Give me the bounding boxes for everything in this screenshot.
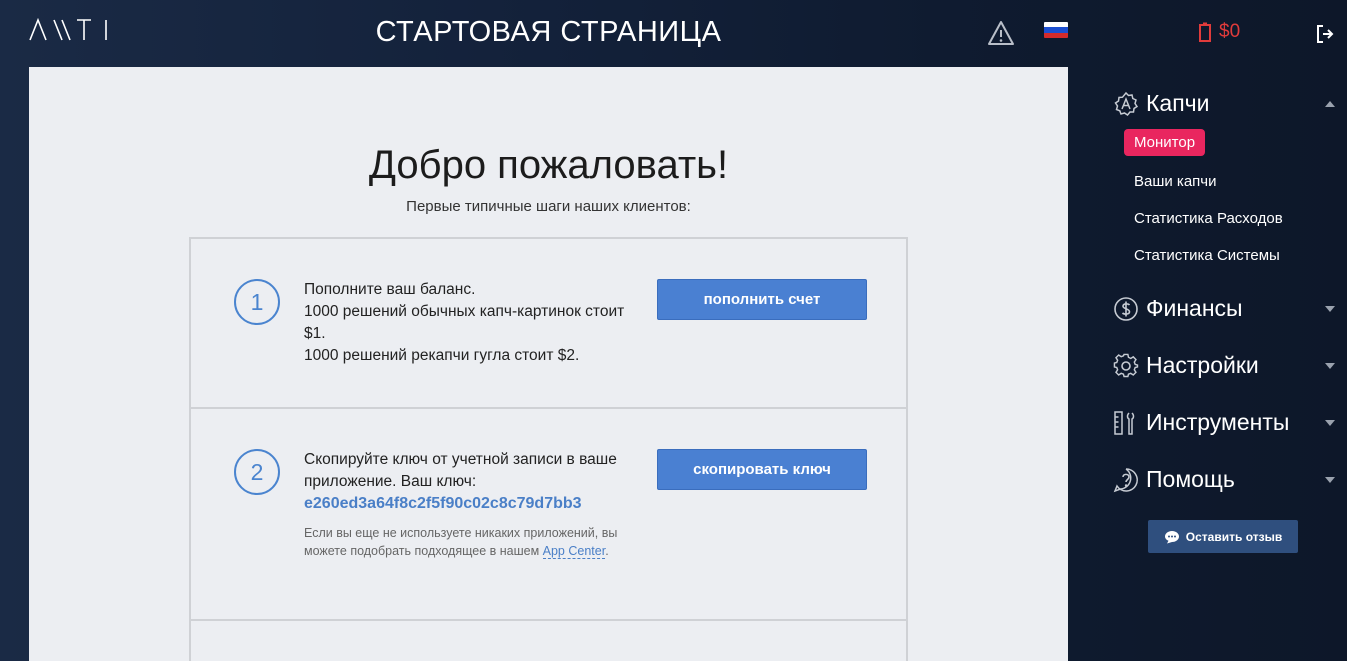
feedback-label: Оставить отзыв: [1185, 529, 1283, 544]
nav-settings[interactable]: Настройки: [1113, 352, 1335, 379]
flag-ru-icon[interactable]: [1044, 22, 1068, 38]
step-number: 2: [234, 449, 280, 495]
chat-icon: [1164, 530, 1179, 543]
step-number: 1: [234, 279, 280, 325]
question-icon: [1113, 467, 1138, 492]
steps-list: 1 Пополните ваш баланс. 1000 решений обы…: [189, 237, 908, 661]
nav-label: Настройки: [1146, 352, 1259, 378]
nav-label: Финансы: [1146, 295, 1243, 321]
welcome-subtitle: Первые типичные шаги наших клиентов:: [406, 198, 691, 215]
step-line: 1000 решений обычных капч-картинок стоит…: [304, 303, 625, 342]
api-key[interactable]: e260ed3a64f8c2f5f90c02c8c79d7bb3: [304, 495, 582, 512]
step-copy-key: 2 Скопируйте ключ от учетной записи в ва…: [191, 409, 906, 621]
captcha-icon: [1114, 91, 1139, 116]
step-balance: 1 Пополните ваш баланс. 1000 решений обы…: [191, 239, 906, 409]
step-line: Пополните ваш баланс.: [304, 281, 476, 298]
main-panel: Добро пожаловать! Первые типичные шаги н…: [29, 67, 1068, 661]
step-text: Пополните ваш баланс. 1000 решений обычн…: [304, 279, 634, 367]
topup-button[interactable]: пополнить счет: [657, 279, 867, 320]
step-line: 1000 решений рекапчи гугла стоит $2.: [304, 347, 580, 364]
chevron-up-icon: [1325, 100, 1335, 107]
sidebar-item-spending-stats[interactable]: Статистика Расходов: [1134, 210, 1283, 227]
nav-label: Помощь: [1146, 466, 1235, 492]
logout-icon[interactable]: [1315, 24, 1335, 44]
feedback-button[interactable]: Оставить отзыв: [1148, 520, 1298, 553]
nav-captcha[interactable]: Капчи: [1113, 90, 1335, 117]
copy-key-button[interactable]: скопировать ключ: [657, 449, 867, 490]
nav-tools[interactable]: Инструменты: [1113, 409, 1335, 436]
nav-help[interactable]: Помощь: [1113, 466, 1335, 493]
chevron-down-icon: [1325, 419, 1335, 426]
nav-label: Инструменты: [1146, 409, 1290, 435]
nav-finance[interactable]: Финансы: [1113, 295, 1335, 322]
balance-value: $0: [1219, 21, 1241, 42]
step-line: Скопируйте ключ от учетной записи в ваше…: [304, 451, 617, 490]
sidebar: Капчи Монитор Ваши капчи Статистика Расх…: [1097, 67, 1347, 661]
welcome-heading: Добро пожаловать!: [368, 143, 729, 187]
tools-icon: [1114, 410, 1135, 435]
gear-icon: [1113, 353, 1139, 377]
page-title: СТАРТОВАЯ СТРАНИЦА: [375, 16, 722, 48]
chevron-down-icon: [1325, 305, 1335, 312]
step-text: Скопируйте ключ от учетной записи в ваше…: [304, 449, 634, 515]
chevron-down-icon: [1325, 362, 1335, 369]
sidebar-item-your-captchas[interactable]: Ваши капчи: [1134, 173, 1216, 190]
sidebar-item-monitor[interactable]: Монитор: [1124, 129, 1206, 156]
balance[interactable]: $0: [1199, 21, 1240, 43]
warning-icon[interactable]: [987, 20, 1015, 46]
nav-label: Капчи: [1146, 90, 1210, 116]
app-center-hint: Если вы еще не используете никаких прило…: [304, 524, 644, 560]
battery-icon: [1199, 22, 1211, 42]
hint-suffix: .: [605, 544, 609, 558]
app-center-link[interactable]: App Center: [542, 544, 606, 559]
sidebar-item-system-stats[interactable]: Статистика Системы: [1134, 247, 1280, 264]
dollar-icon: [1114, 296, 1138, 321]
chevron-down-icon: [1325, 476, 1335, 483]
